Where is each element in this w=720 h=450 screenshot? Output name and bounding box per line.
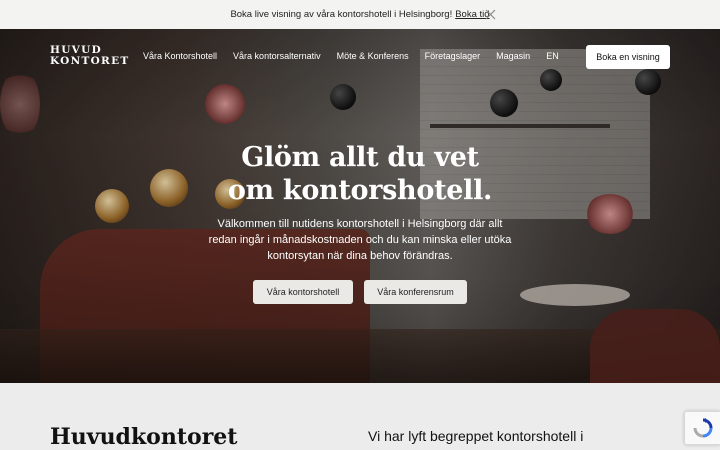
hero-headline-line1: Glöm allt du vet <box>241 142 479 173</box>
book-viewing-button[interactable]: Boka en visning <box>586 45 670 69</box>
nav-item-magasin[interactable]: Magasin <box>496 51 530 61</box>
konferensrum-button[interactable]: Våra konferensrum <box>364 280 467 304</box>
nav-item-kontorsalternativ[interactable]: Våra kontorsalternativ <box>233 51 321 61</box>
site-logo[interactable]: HUVUD KONTORET <box>50 44 130 67</box>
close-icon[interactable] <box>485 9 496 20</box>
announcement-text: Boka live visning av våra kontorshotell … <box>230 9 453 20</box>
logo-line2: KONTORET <box>50 54 130 67</box>
announcement-bar: Boka live visning av våra kontorshotell … <box>0 0 720 29</box>
section-title: Huvudkontoret <box>50 424 238 450</box>
kontorshotell-button[interactable]: Våra kontorshotell <box>253 280 353 304</box>
nav-item-kontorshotell[interactable]: Våra Kontorshotell <box>143 51 217 61</box>
nav-item-foretagslager[interactable]: Företagslager <box>425 51 481 61</box>
recaptcha-icon[interactable] <box>684 411 720 445</box>
nav-item-language[interactable]: EN <box>546 51 559 61</box>
logo-line1: HUVUD <box>50 44 102 56</box>
hero-lead: Välkommen till nutidens kontorshotell i … <box>208 218 512 262</box>
main-nav: Våra Kontorshotell Våra kontorsalternati… <box>143 51 559 61</box>
nav-item-mote-konferens[interactable]: Möte & Konferens <box>337 51 409 61</box>
hero-headline: Glöm allt du vet om kontorshotell. <box>200 141 520 207</box>
section-text: Vi har lyft begreppet kontorshotell i <box>368 428 584 444</box>
hero-headline-line2: om kontorshotell. <box>227 175 493 206</box>
